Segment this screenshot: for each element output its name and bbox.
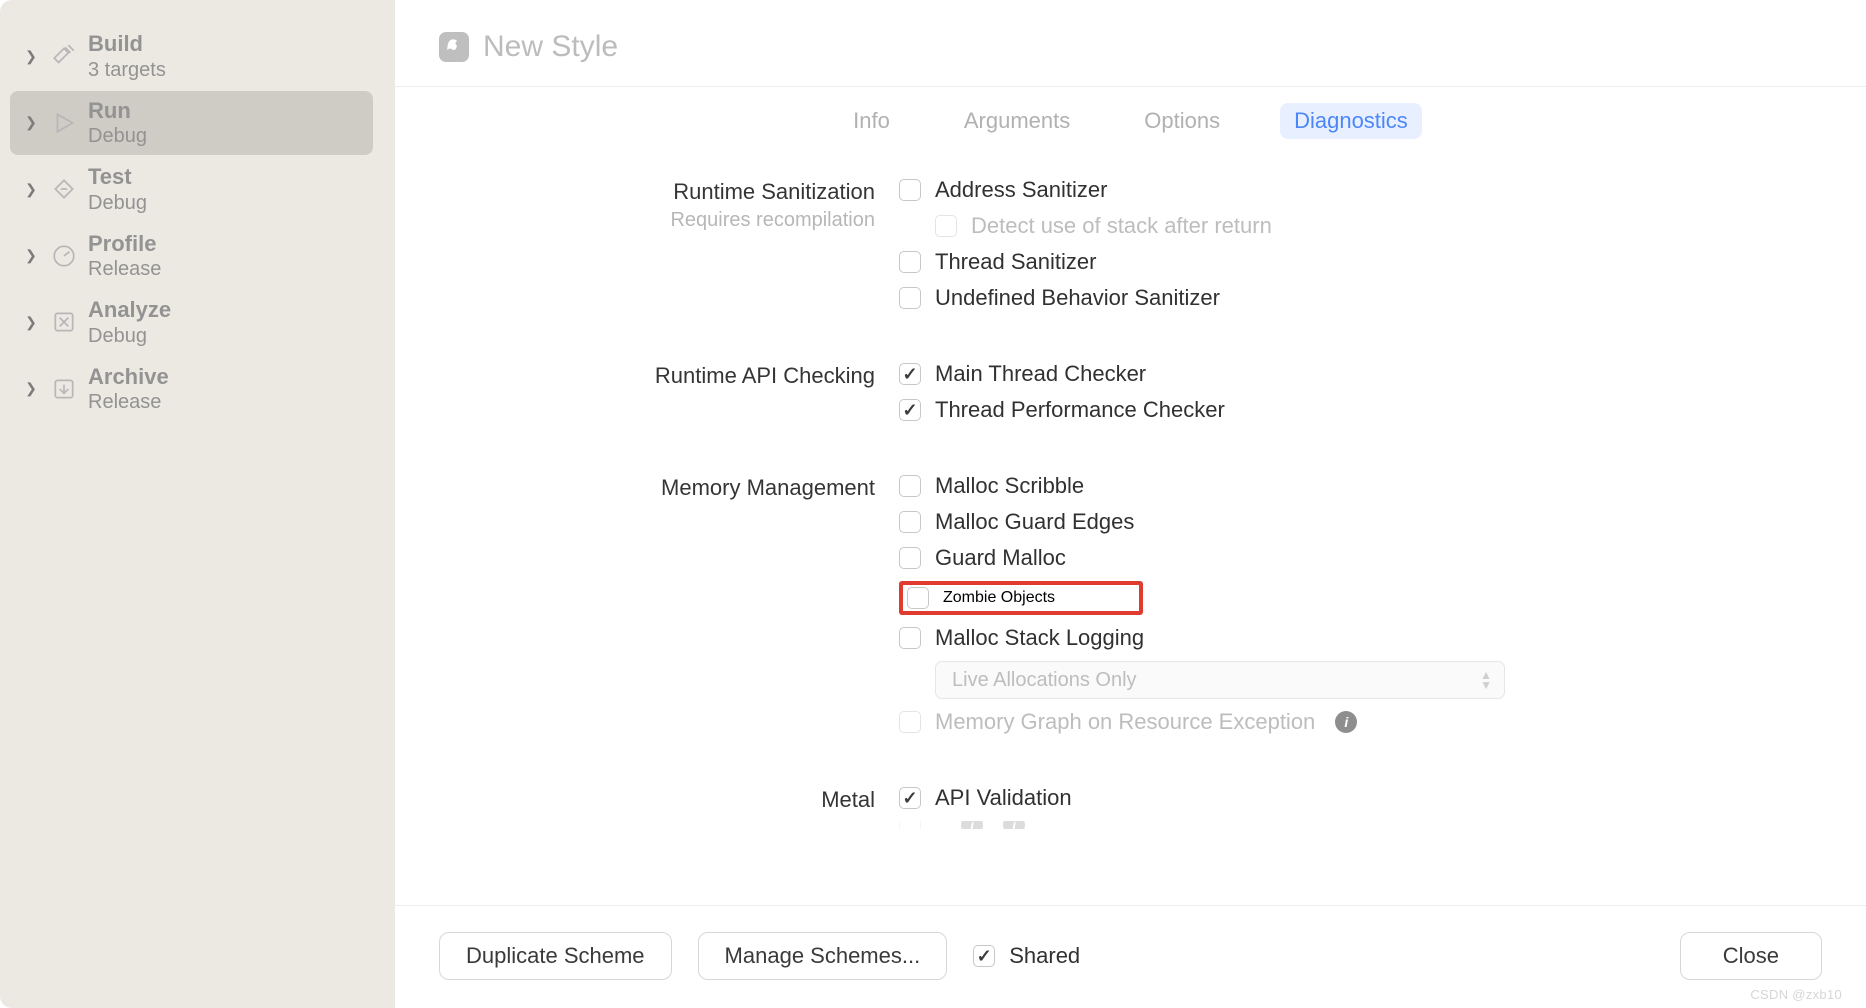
sidebar-sub: Release	[88, 257, 161, 282]
label-guard-malloc: Guard Malloc	[935, 545, 1066, 571]
manage-schemes-button[interactable]: Manage Schemes...	[698, 932, 948, 980]
close-button[interactable]: Close	[1680, 932, 1822, 980]
checkbox-malloc-scribble[interactable]	[899, 475, 921, 497]
checkbox-thread-sanitizer[interactable]	[899, 251, 921, 273]
checkbox-detect-stack	[935, 215, 957, 237]
tab-arguments[interactable]: Arguments	[950, 103, 1084, 139]
checkbox-address-sanitizer[interactable]	[899, 179, 921, 201]
diagnostics-panel[interactable]: Runtime Sanitization Requires recompilat…	[395, 157, 1866, 905]
duplicate-scheme-button[interactable]: Duplicate Scheme	[439, 932, 672, 980]
info-icon: i	[1003, 821, 1025, 829]
sidebar-item-run[interactable]: ❯ Run Debug	[10, 91, 373, 156]
label-main-thread-checker: Main Thread Checker	[935, 361, 1146, 387]
select-value: Live Allocations Only	[952, 669, 1137, 692]
sidebar-sub: Release	[88, 390, 169, 415]
section-memory-management: Memory Management	[455, 473, 875, 501]
checkbox-main-thread-checker[interactable]	[899, 363, 921, 385]
footer: Duplicate Scheme Manage Schemes... Share…	[395, 905, 1866, 1008]
sidebar-sub: Debug	[88, 324, 171, 349]
sidebar-sub: 3 targets	[88, 58, 166, 83]
section-runtime-sanitization: Runtime Sanitization Requires recompilat…	[455, 177, 875, 232]
checkbox-api-validation[interactable]	[899, 787, 921, 809]
watermark: CSDN @zxb10	[1750, 987, 1842, 1002]
label-thread-perf-checker: Thread Performance Checker	[935, 397, 1225, 423]
header: New Style	[395, 0, 1866, 87]
chevron-right-icon: ❯	[20, 247, 42, 264]
label-api-validation: API Validation	[935, 785, 1072, 811]
checkbox-malloc-stack-logging[interactable]	[899, 627, 921, 649]
tab-options[interactable]: Options	[1130, 103, 1234, 139]
label-detect-stack: Detect use of stack after return	[971, 213, 1272, 239]
info-icon[interactable]: i	[1335, 711, 1357, 733]
sidebar-sub: Debug	[88, 191, 147, 216]
sidebar-title: Run	[88, 97, 147, 125]
highlight-zombie-objects: Zombie Objects	[899, 581, 1143, 615]
sidebar-item-analyze[interactable]: ❯ Analyze Debug	[10, 290, 373, 355]
checkbox-memory-graph	[899, 711, 921, 733]
chevron-right-icon: ❯	[20, 181, 42, 198]
checkbox-malloc-guard-edges[interactable]	[899, 511, 921, 533]
archive-icon	[48, 373, 80, 405]
scheme-title: New Style	[483, 30, 618, 64]
checkbox-zombie-objects[interactable]	[907, 587, 929, 609]
label-malloc-guard-edges: Malloc Guard Edges	[935, 509, 1134, 535]
checkbox-ub-sanitizer[interactable]	[899, 287, 921, 309]
tab-diagnostics[interactable]: Diagnostics	[1280, 103, 1422, 139]
hammer-icon	[48, 40, 80, 72]
label-malloc-stack-logging: Malloc Stack Logging	[935, 625, 1144, 651]
sidebar-sub: Debug	[88, 124, 147, 149]
play-icon	[48, 107, 80, 139]
app-icon	[439, 32, 469, 62]
sidebar-item-build[interactable]: ❯ Build 3 targets	[10, 24, 373, 89]
chevron-right-icon: ❯	[20, 114, 42, 131]
label-malloc-scribble: Malloc Scribble	[935, 473, 1084, 499]
label-thread-sanitizer: Thread Sanitizer	[935, 249, 1096, 275]
checkbox-shared[interactable]	[973, 945, 995, 967]
sidebar-title: Build	[88, 30, 166, 58]
label-shared: Shared	[1009, 943, 1080, 969]
sidebar-title: Profile	[88, 230, 161, 258]
tab-info[interactable]: Info	[839, 103, 904, 139]
sidebar: ❯ Build 3 targets ❯ Run Debug ❯	[0, 0, 395, 1008]
analyze-icon	[48, 306, 80, 338]
chevron-updown-icon: ▲▼	[1480, 670, 1492, 690]
test-icon	[48, 173, 80, 205]
checkbox-cropped	[899, 821, 921, 829]
section-api-checking: Runtime API Checking	[455, 361, 875, 389]
sidebar-title: Test	[88, 163, 147, 191]
gauge-icon	[48, 240, 80, 272]
sidebar-title: Archive	[88, 363, 169, 391]
select-stack-logging-mode: Live Allocations Only ▲▼	[935, 661, 1505, 699]
chevron-right-icon: ❯	[20, 314, 42, 331]
info-icon: i	[961, 821, 983, 829]
sidebar-item-test[interactable]: ❯ Test Debug	[10, 157, 373, 222]
chevron-right-icon: ❯	[20, 380, 42, 397]
sidebar-title: Analyze	[88, 296, 171, 324]
sidebar-item-profile[interactable]: ❯ Profile Release	[10, 224, 373, 289]
label-ub-sanitizer: Undefined Behavior Sanitizer	[935, 285, 1220, 311]
label-address-sanitizer: Address Sanitizer	[935, 177, 1107, 203]
checkbox-guard-malloc[interactable]	[899, 547, 921, 569]
sidebar-item-archive[interactable]: ❯ Archive Release	[10, 357, 373, 422]
label-memory-graph: Memory Graph on Resource Exception	[935, 709, 1315, 735]
tab-bar: Info Arguments Options Diagnostics	[395, 87, 1866, 157]
section-metal: Metal	[455, 785, 875, 813]
checkbox-thread-perf-checker[interactable]	[899, 399, 921, 421]
label-zombie-objects: Zombie Objects	[943, 589, 1055, 607]
chevron-right-icon: ❯	[20, 48, 42, 65]
